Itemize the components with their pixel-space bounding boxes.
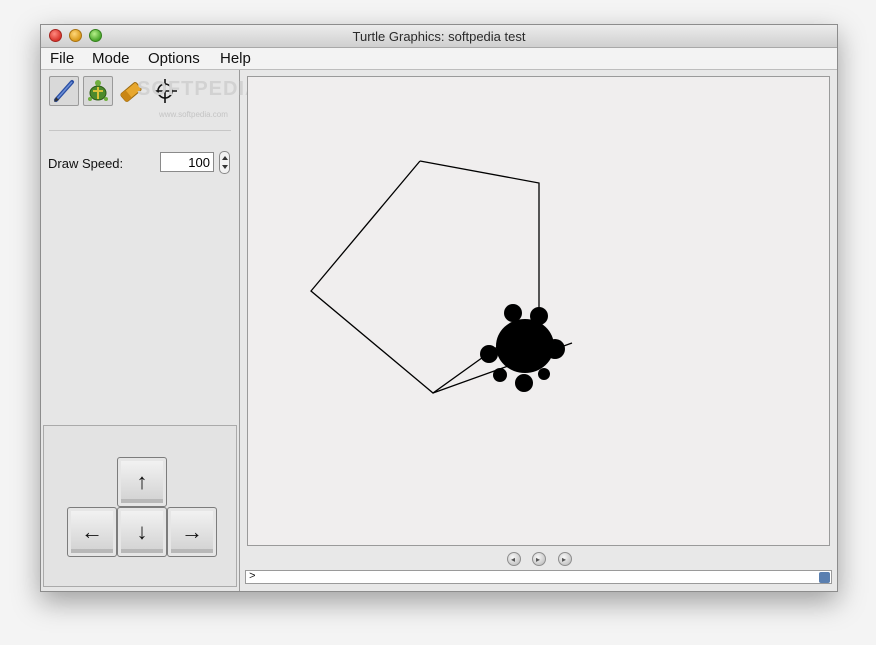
move-down-button[interactable]: ↓: [117, 507, 167, 557]
turtle-icon: [88, 80, 108, 101]
rewind-icon: ◂: [511, 555, 516, 564]
drawing-surface: [310, 160, 573, 394]
resize-grip-icon[interactable]: [819, 572, 830, 583]
window-title: Turtle Graphics: softpedia test: [352, 29, 526, 44]
drawing-canvas[interactable]: [247, 76, 830, 546]
turtle-tool-button[interactable]: [83, 76, 113, 106]
move-right-button[interactable]: →: [167, 507, 217, 557]
draw-speed-label: Draw Speed:: [48, 156, 124, 171]
stepper-up-icon[interactable]: [222, 156, 228, 160]
menu-help[interactable]: Help: [220, 50, 251, 67]
title-bar: Turtle Graphics: softpedia test: [41, 25, 837, 48]
arrow-key-pad: ↑ ← ↓ →: [43, 425, 237, 587]
move-left-button[interactable]: ←: [67, 507, 117, 557]
app-window: Turtle Graphics: softpedia test File Mod…: [40, 24, 838, 592]
watermark-text: SOFTPEDIA: [137, 78, 261, 100]
draw-speed-stepper[interactable]: [219, 151, 230, 174]
play-icon: ▸: [536, 555, 541, 564]
play-button[interactable]: ▸: [532, 552, 546, 566]
stepper-down-icon[interactable]: [222, 165, 228, 169]
pencil-tool-button[interactable]: [49, 76, 79, 106]
control-panel: SOFTPEDIA www.softpedia.com Draw Speed: …: [41, 70, 259, 591]
separator: [49, 130, 231, 131]
command-prompt: >: [249, 571, 256, 583]
move-up-button[interactable]: ↑: [117, 457, 167, 507]
command-line-input[interactable]: >: [245, 570, 832, 584]
menu-options[interactable]: Options: [148, 50, 200, 67]
menu-bar: File Mode Options Help: [41, 48, 837, 70]
pencil-icon: [54, 80, 74, 102]
menu-mode[interactable]: Mode: [92, 50, 130, 67]
turtle-icon: [480, 304, 565, 392]
fast-forward-button[interactable]: ▸: [558, 552, 572, 566]
fast-forward-icon: ▸: [562, 555, 567, 564]
draw-speed-input[interactable]: [160, 152, 214, 172]
rewind-button[interactable]: ◂: [507, 552, 521, 566]
watermark-url: www.softpedia.com: [159, 110, 228, 119]
menu-file[interactable]: File: [50, 50, 74, 67]
